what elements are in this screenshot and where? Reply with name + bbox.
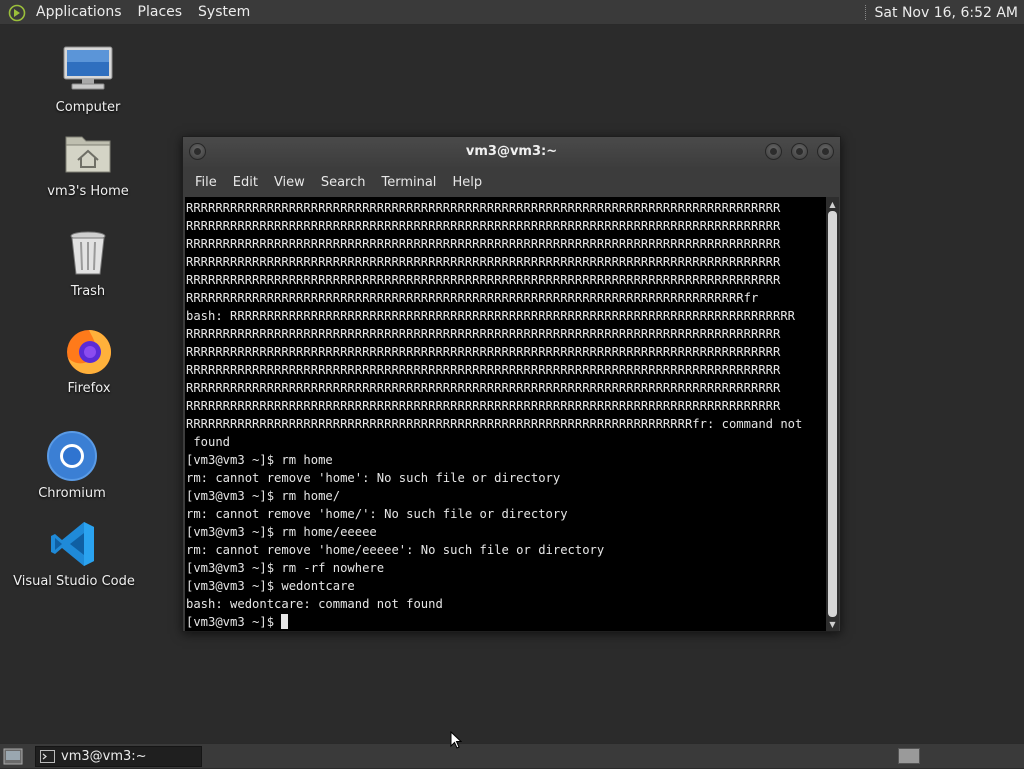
terminal-prompt: [vm3@vm3 ~]$ [186, 615, 282, 629]
desktop-icon-vscode[interactable]: Visual Studio Code [9, 518, 139, 589]
desktop-icon-label: Trash [70, 284, 106, 299]
menu-applications[interactable]: Applications [28, 0, 130, 25]
terminal-line: rm: cannot remove 'home': No such file o… [186, 471, 561, 485]
vscode-icon [48, 518, 100, 570]
clock[interactable]: Sat Nov 16, 6:52 AM [875, 5, 1018, 21]
terminal-line: bash: wedontcare: command not found [186, 597, 443, 611]
desktop-icon-label: Firefox [67, 381, 111, 396]
terminal-line: RRRRRRRRRRRRRRRRRRRRRRRRRRRRRRRRRRRRRRRR… [186, 399, 781, 413]
menu-search[interactable]: Search [313, 175, 374, 190]
maximize-button[interactable] [791, 143, 808, 160]
desktop-icon-home[interactable]: vm3's Home [23, 128, 153, 199]
menu-view[interactable]: View [266, 175, 313, 190]
window-titlebar[interactable]: vm3@vm3:~ [183, 137, 840, 167]
close-button[interactable] [817, 143, 834, 160]
menu-places[interactable]: Places [130, 0, 191, 25]
menu-help[interactable]: Help [444, 175, 490, 190]
bottom-panel: vm3@vm3:~ [0, 743, 1024, 768]
terminal-line: rm: cannot remove 'home/eeeee': No such … [186, 543, 605, 557]
workspace-switcher[interactable] [898, 748, 920, 764]
window-menubar: File Edit View Search Terminal Help [183, 167, 840, 197]
desktop-icon-firefox[interactable]: Firefox [24, 325, 154, 396]
terminal-line: RRRRRRRRRRRRRRRRRRRRRRRRRRRRRRRRRRRRRRRR… [186, 219, 781, 233]
terminal-line: [vm3@vm3 ~]$ rm home/eeeee [186, 525, 377, 539]
computer-icon [62, 44, 114, 96]
terminal-line: RRRRRRRRRRRRRRRRRRRRRRRRRRRRRRRRRRRRRRRR… [186, 381, 781, 395]
terminal-line: RRRRRRRRRRRRRRRRRRRRRRRRRRRRRRRRRRRRRRRR… [186, 363, 781, 377]
terminal-window[interactable]: vm3@vm3:~ File Edit View Search Terminal… [182, 136, 841, 632]
mouse-pointer-icon [450, 730, 463, 753]
taskbar-item-label: vm3@vm3:~ [61, 749, 147, 764]
scrollbar-thumb[interactable] [828, 211, 837, 617]
window-menu-button[interactable] [189, 143, 206, 160]
terminal-scrollbar[interactable]: ▲ ▼ [826, 197, 839, 631]
terminal-line: [vm3@vm3 ~]$ rm -rf nowhere [186, 561, 385, 575]
menu-edit[interactable]: Edit [225, 175, 266, 190]
terminal-app-icon [40, 750, 55, 763]
text-cursor [281, 614, 289, 629]
chromium-icon [46, 430, 98, 482]
top-panel: Applications Places System Sat Nov 16, 6… [0, 0, 1024, 25]
terminal-line: RRRRRRRRRRRRRRRRRRRRRRRRRRRRRRRRRRRRRRRR… [186, 291, 759, 305]
terminal-line: RRRRRRRRRRRRRRRRRRRRRRRRRRRRRRRRRRRRRRRR… [186, 201, 781, 215]
terminal-output[interactable]: RRRRRRRRRRRRRRRRRRRRRRRRRRRRRRRRRRRRRRRR… [185, 197, 827, 631]
terminal-prompt-line[interactable]: [vm3@vm3 ~]$ [186, 613, 827, 631]
terminal-line: [vm3@vm3 ~]$ wedontcare [186, 579, 355, 593]
terminal-line: [vm3@vm3 ~]$ rm home/ [186, 489, 341, 503]
terminal-line: RRRRRRRRRRRRRRRRRRRRRRRRRRRRRRRRRRRRRRRR… [186, 237, 781, 251]
trash-icon [62, 228, 114, 280]
window-title: vm3@vm3:~ [465, 144, 558, 159]
menu-terminal[interactable]: Terminal [373, 175, 444, 190]
scroll-down-arrow-icon[interactable]: ▼ [826, 618, 839, 630]
distro-logo-icon[interactable] [8, 4, 26, 22]
show-desktop-icon [3, 748, 23, 765]
home-folder-icon [62, 128, 114, 180]
terminal-line: RRRRRRRRRRRRRRRRRRRRRRRRRRRRRRRRRRRRRRRR… [186, 417, 803, 431]
terminal-line: RRRRRRRRRRRRRRRRRRRRRRRRRRRRRRRRRRRRRRRR… [186, 345, 781, 359]
terminal-line: bash: RRRRRRRRRRRRRRRRRRRRRRRRRRRRRRRRRR… [186, 309, 796, 323]
desktop-icon-label: Visual Studio Code [13, 574, 135, 589]
menu-system[interactable]: System [190, 0, 258, 25]
firefox-icon [63, 325, 115, 377]
taskbar-item-terminal[interactable]: vm3@vm3:~ [35, 746, 202, 767]
terminal-line: [vm3@vm3 ~]$ rm home [186, 453, 333, 467]
minimize-button[interactable] [765, 143, 782, 160]
desktop-icon-chromium[interactable]: Chromium [7, 430, 137, 501]
desktop-icon-label: Computer [55, 100, 121, 115]
terminal-line: RRRRRRRRRRRRRRRRRRRRRRRRRRRRRRRRRRRRRRRR… [186, 255, 781, 269]
clock-area: Sat Nov 16, 6:52 AM [864, 0, 1018, 25]
desktop-icon-label: Chromium [38, 486, 106, 501]
desktop-icon-trash[interactable]: Trash [23, 228, 153, 299]
terminal-line: RRRRRRRRRRRRRRRRRRRRRRRRRRRRRRRRRRRRRRRR… [186, 273, 781, 287]
terminal-line: rm: cannot remove 'home/': No such file … [186, 507, 568, 521]
desktop-icon-label: vm3's Home [47, 184, 129, 199]
scroll-up-arrow-icon[interactable]: ▲ [826, 198, 839, 210]
desktop-icon-computer[interactable]: Computer [23, 44, 153, 115]
menu-file[interactable]: File [187, 175, 225, 190]
top-menu-bar: Applications Places System [8, 0, 258, 25]
terminal-line: RRRRRRRRRRRRRRRRRRRRRRRRRRRRRRRRRRRRRRRR… [186, 327, 781, 341]
terminal-line: found [186, 435, 231, 449]
show-desktop-button[interactable] [3, 748, 23, 765]
panel-separator [864, 5, 867, 20]
